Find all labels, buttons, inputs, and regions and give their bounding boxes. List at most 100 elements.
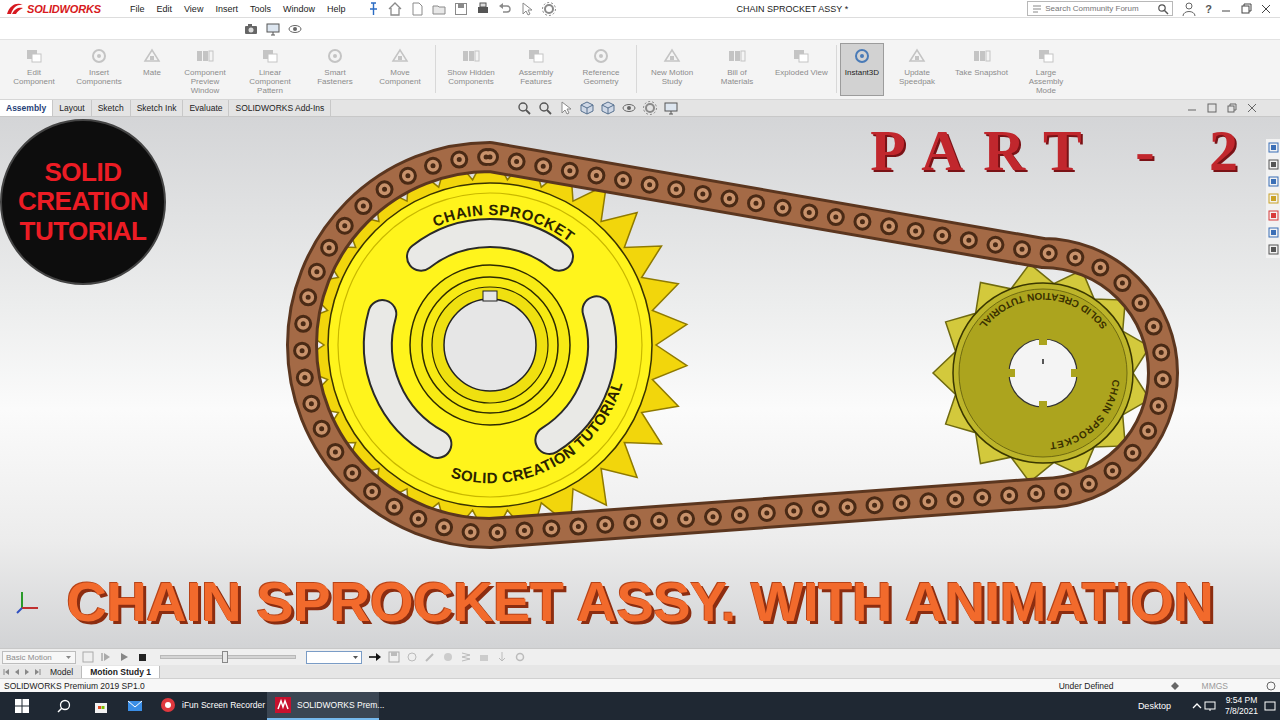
restore-icon[interactable]	[1240, 3, 1252, 15]
cube-icon[interactable]	[600, 100, 616, 116]
menu-item[interactable]: Tools	[244, 4, 277, 14]
cube-icon[interactable]	[579, 100, 595, 116]
pane-minimize-icon[interactable]	[1186, 102, 1198, 114]
windows-start-icon[interactable]	[14, 698, 30, 714]
sprocket-assembly[interactable]: CHAIN SPROCKETSOLID CREATION TUTORIALSOL…	[0, 117, 1280, 648]
key-icon[interactable]	[424, 651, 436, 663]
ribbon-button[interactable]: Reference Geometry	[569, 43, 633, 89]
scroll-prev-icon[interactable]	[12, 667, 22, 677]
command-tab[interactable]: Layout	[53, 100, 92, 116]
study-type-dropdown[interactable]: Basic Motion	[2, 651, 76, 664]
tool-icon[interactable]	[526, 47, 546, 65]
scroll-first-icon[interactable]	[2, 667, 12, 677]
tool-icon[interactable]	[260, 47, 280, 65]
pointer-icon[interactable]	[519, 1, 535, 17]
tool-icon[interactable]	[195, 47, 215, 65]
search-box[interactable]	[1027, 1, 1173, 16]
tool-icon[interactable]	[852, 47, 872, 65]
menu-item[interactable]: File	[124, 4, 151, 14]
tool-icon[interactable]	[24, 47, 44, 65]
model-tab[interactable]: Model	[42, 666, 82, 678]
ribbon-button[interactable]: Mate	[132, 43, 172, 80]
tool-icon[interactable]	[89, 47, 109, 65]
pane-restore-icon[interactable]	[1226, 102, 1238, 114]
clock[interactable]: 9:54 PM7/8/2021	[1225, 695, 1258, 717]
playback-speed-dropdown[interactable]	[306, 651, 362, 664]
save-icon[interactable]	[453, 1, 469, 17]
solidworks-app-icon[interactable]	[275, 697, 291, 713]
notification-icon[interactable]	[1264, 700, 1276, 712]
slider-thumb[interactable]	[222, 651, 228, 663]
scroll-next-icon[interactable]	[22, 667, 32, 677]
menu-item[interactable]: Edit	[151, 4, 179, 14]
command-tab[interactable]: Evaluate	[183, 100, 229, 116]
tool-icon[interactable]	[390, 47, 410, 65]
ribbon-button[interactable]: Exploded View	[770, 43, 833, 80]
save-animation-icon[interactable]	[388, 651, 400, 663]
help-button[interactable]: ?	[1205, 3, 1212, 15]
eye-icon[interactable]	[621, 100, 637, 116]
ribbon-button[interactable]: Instant3D	[840, 43, 884, 96]
timeline-slider[interactable]	[160, 655, 296, 659]
tool-icon[interactable]	[591, 47, 611, 65]
pin-icon[interactable]	[365, 1, 381, 17]
dropdown-arrow-icon[interactable]	[65, 654, 72, 661]
ribbon-button[interactable]: Large Assembly Mode	[1014, 43, 1078, 98]
pane-tile-icon[interactable]	[1206, 102, 1218, 114]
print-icon[interactable]	[475, 1, 491, 17]
roller-chain[interactable]	[302, 157, 1163, 533]
close-icon[interactable]	[1260, 3, 1272, 15]
command-tab[interactable]: Sketch Ink	[131, 100, 184, 116]
scroll-last-icon[interactable]	[32, 667, 42, 677]
ribbon-button[interactable]: Insert Components	[67, 43, 131, 89]
tool-icon[interactable]	[142, 47, 162, 65]
tool-icon[interactable]	[662, 47, 682, 65]
search-input[interactable]	[1045, 4, 1157, 13]
tool-icon[interactable]	[461, 47, 481, 65]
recorder-app-icon[interactable]	[160, 697, 176, 713]
play-from-start-icon[interactable]	[100, 651, 112, 663]
wizard-icon[interactable]	[406, 651, 418, 663]
gravity-icon[interactable]	[496, 651, 508, 663]
menu-item[interactable]: View	[178, 4, 209, 14]
spring-icon[interactable]	[460, 651, 472, 663]
menu-item[interactable]: Insert	[209, 4, 244, 14]
store-icon[interactable]	[93, 698, 109, 714]
play-icon[interactable]	[118, 651, 130, 663]
ribbon-button[interactable]: Bill of Materials	[705, 43, 769, 89]
pane-close-icon[interactable]	[1246, 102, 1258, 114]
tool-icon[interactable]	[325, 47, 345, 65]
ribbon-button[interactable]: Smart Fasteners	[303, 43, 367, 89]
file-icon[interactable]	[409, 1, 425, 17]
eye-icon[interactable]	[287, 21, 303, 37]
user-icon[interactable]	[1181, 1, 1197, 17]
command-tab[interactable]: SOLIDWORKS Add-Ins	[229, 100, 331, 116]
contact-icon[interactable]	[478, 651, 490, 663]
undo-icon[interactable]	[497, 1, 513, 17]
magnify-icon[interactable]	[537, 100, 553, 116]
network-icon[interactable]	[1203, 700, 1217, 712]
task-pane-icon[interactable]	[1268, 244, 1279, 255]
rebuild-icon[interactable]	[1170, 681, 1180, 691]
ribbon-button[interactable]: Show Hidden Components	[439, 43, 503, 89]
menu-item[interactable]: Help	[321, 4, 352, 14]
camera-icon[interactable]	[243, 21, 259, 37]
ds-emblem-icon[interactable]	[6, 2, 24, 16]
chevron-up-icon[interactable]	[1191, 700, 1203, 712]
home-icon[interactable]	[387, 1, 403, 17]
tool-icon[interactable]	[727, 47, 747, 65]
menu-item[interactable]: Window	[277, 4, 321, 14]
tool-icon[interactable]	[972, 47, 992, 65]
motor-icon[interactable]	[442, 651, 454, 663]
ribbon-button[interactable]: New Motion Study	[640, 43, 704, 89]
search-icon[interactable]	[57, 699, 71, 713]
ribbon-button[interactable]: Assembly Features	[504, 43, 568, 89]
pointer-icon[interactable]	[558, 100, 574, 116]
monitor-icon[interactable]	[265, 21, 281, 37]
task-pane-icon[interactable]	[1268, 193, 1279, 204]
help-small-icon[interactable]	[1266, 681, 1276, 691]
task-pane-icon[interactable]	[1268, 142, 1279, 153]
mail-icon[interactable]	[127, 698, 143, 714]
magnify-icon[interactable]	[516, 100, 532, 116]
ribbon-button[interactable]: Edit Component	[2, 43, 66, 89]
